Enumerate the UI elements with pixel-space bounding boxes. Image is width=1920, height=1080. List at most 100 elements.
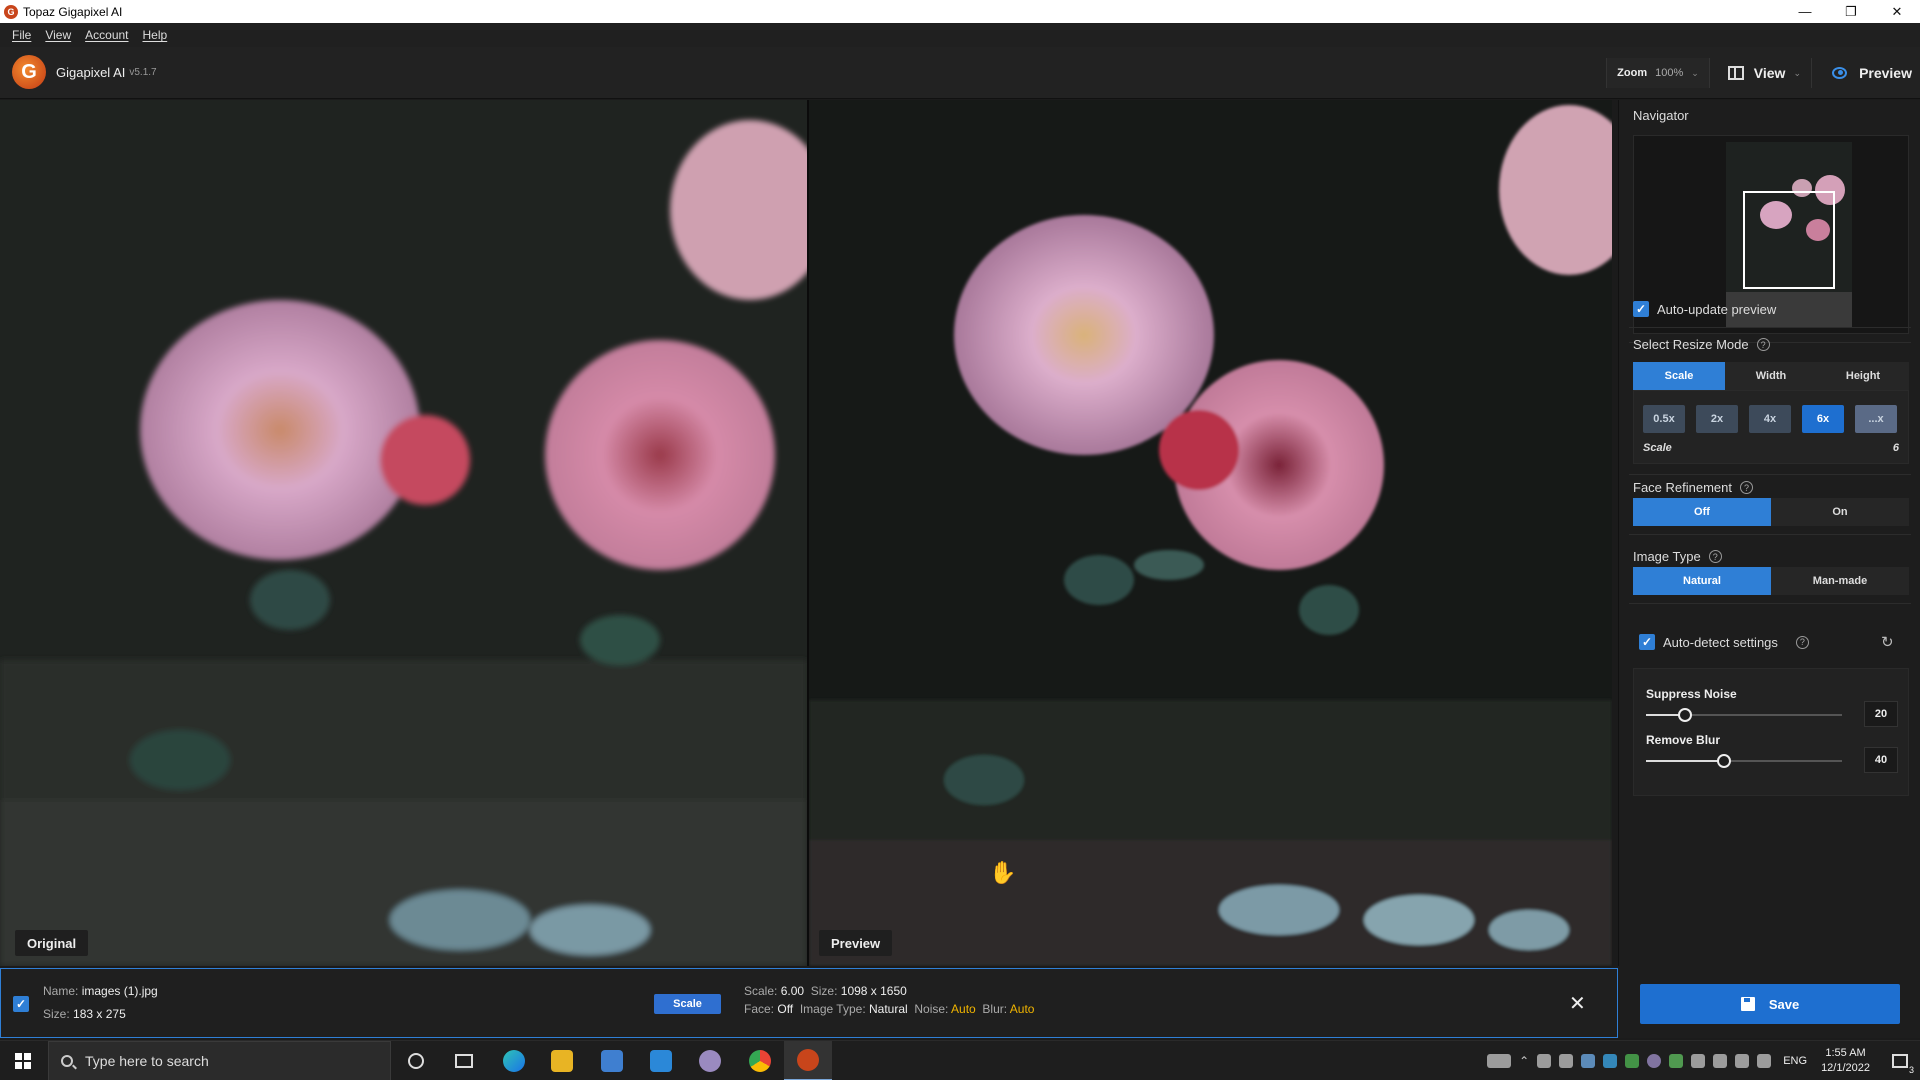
tray-app-icon[interactable]	[1537, 1054, 1552, 1068]
save-button[interactable]: Save	[1640, 984, 1900, 1024]
suppress-noise-slider[interactable]	[1646, 708, 1842, 722]
chevron-down-icon: ⌄	[1793, 67, 1801, 78]
gigapixel-logo-icon: G	[12, 55, 46, 89]
slider-handle[interactable]	[1678, 708, 1692, 722]
battery-icon[interactable]	[1757, 1054, 1772, 1068]
tray-app-icon[interactable]	[1625, 1054, 1640, 1068]
suppress-noise-value[interactable]: 20	[1864, 701, 1898, 727]
app-swirl-icon[interactable]	[686, 1041, 734, 1080]
navigator-viewport-rect[interactable]	[1743, 191, 1835, 289]
title-bar: G Topaz Gigapixel AI — ❐ ✕	[0, 0, 1920, 23]
auto-detect-label: Auto-detect settings	[1663, 634, 1778, 650]
face-refinement-off[interactable]: Off	[1633, 498, 1771, 526]
menu-view[interactable]: View	[45, 28, 71, 42]
remove-blur-value[interactable]: 40	[1864, 747, 1898, 773]
settings-panel: Navigator ✓ Auto-update preview Select R…	[1618, 100, 1920, 966]
brand: G Gigapixel AI v5.1.7	[12, 55, 157, 89]
language-indicator[interactable]: ENG	[1783, 1055, 1807, 1067]
menu-help[interactable]: Help	[143, 28, 168, 42]
notification-center-icon[interactable]: 3	[1880, 1041, 1920, 1080]
slider-handle[interactable]	[1717, 754, 1731, 768]
save-area: Save	[1618, 966, 1920, 1038]
file-size: Size: 183 x 275	[43, 1007, 126, 1021]
eye-icon	[1832, 67, 1848, 79]
menu-file[interactable]: File	[12, 28, 31, 42]
store-icon[interactable]	[588, 1041, 636, 1080]
remove-blur-slider[interactable]	[1646, 754, 1842, 768]
task-view-icon[interactable]	[440, 1041, 488, 1080]
auto-detect-checkbox[interactable]: ✓ Auto-detect settings ?	[1639, 634, 1809, 650]
resize-mode-height[interactable]: Height	[1817, 362, 1909, 390]
volume-icon[interactable]	[1735, 1054, 1750, 1068]
scale-0-5x-button[interactable]: 0.5x	[1643, 405, 1685, 433]
help-icon[interactable]: ?	[1708, 550, 1722, 563]
reset-icon[interactable]: ↻	[1881, 633, 1894, 651]
image-type-man-made[interactable]: Man-made	[1771, 567, 1909, 595]
close-window-button[interactable]: ✕	[1874, 0, 1920, 23]
preview-pane-label: Preview	[819, 930, 893, 956]
resize-mode-scale[interactable]: Scale	[1633, 362, 1725, 390]
help-icon[interactable]: ?	[1740, 481, 1753, 494]
resize-mode-width[interactable]: Width	[1725, 362, 1817, 390]
zoom-dropdown[interactable]: Zoom 100% ⌄	[1606, 58, 1710, 88]
file-bar[interactable]: ✓ Name: images (1).jpg Size: 183 x 275 S…	[0, 968, 1618, 1038]
cortana-icon[interactable]	[392, 1041, 440, 1080]
auto-update-checkbox[interactable]: ✓ Auto-update preview	[1633, 301, 1776, 317]
original-image-pane[interactable]: Original	[0, 100, 807, 966]
original-image	[0, 100, 807, 966]
app-logo-icon: G	[4, 4, 18, 19]
app-name: Gigapixel AI	[56, 64, 126, 80]
view-label: View	[1753, 65, 1786, 81]
app-version: v5.1.7	[129, 66, 157, 78]
file-select-checkbox[interactable]: ✓	[13, 996, 29, 1012]
windows-taskbar: Type here to search ⌃ ENG 1:55 AM 12/1/2…	[0, 1040, 1920, 1080]
scale-6x-button[interactable]: 6x	[1802, 405, 1844, 433]
scale-4x-button[interactable]: 4x	[1749, 405, 1791, 433]
scale-2x-button[interactable]: 2x	[1696, 405, 1738, 433]
tray-app-icon[interactable]	[1581, 1054, 1596, 1068]
scale-mode-badge[interactable]: Scale	[654, 994, 721, 1014]
minimize-button[interactable]: —	[1782, 0, 1828, 23]
gigapixel-taskbar-icon[interactable]	[784, 1041, 832, 1080]
face-refinement-segment: Off On	[1633, 498, 1909, 526]
maximize-button[interactable]: ❐	[1828, 0, 1874, 23]
face-refinement-on[interactable]: On	[1771, 498, 1909, 526]
resize-mode-title: Select Resize Mode ?	[1633, 337, 1770, 352]
help-icon[interactable]: ?	[1756, 338, 1770, 351]
menu-bar: File View Account Help	[0, 23, 1920, 47]
clock[interactable]: 1:55 AM 12/1/2022	[1821, 1046, 1870, 1076]
suppress-noise-label: Suppress Noise	[1646, 687, 1737, 701]
help-icon[interactable]: ?	[1795, 635, 1809, 649]
mail-icon[interactable]	[637, 1041, 685, 1080]
keyboard-icon[interactable]	[1487, 1054, 1512, 1068]
preview-button[interactable]: Preview	[1820, 47, 1920, 99]
view-dropdown[interactable]: View ⌄	[1718, 58, 1812, 88]
edge-icon[interactable]	[490, 1041, 538, 1080]
scale-value: 6	[1892, 442, 1899, 454]
chevron-up-icon[interactable]: ⌃	[1519, 1054, 1529, 1068]
start-button[interactable]	[0, 1041, 46, 1080]
network-icon[interactable]	[1713, 1054, 1728, 1068]
preview-image-pane[interactable]: ✋ Preview	[809, 100, 1612, 966]
microphone-icon[interactable]	[1559, 1054, 1574, 1068]
taskbar-search[interactable]: Type here to search	[48, 1041, 391, 1080]
menu-account[interactable]: Account	[85, 28, 128, 42]
auto-update-label: Auto-update preview	[1657, 301, 1777, 317]
scale-custom-button[interactable]: ...x	[1855, 405, 1897, 433]
tray-app-icon[interactable]	[1691, 1054, 1706, 1068]
preview-image	[809, 100, 1612, 966]
face-refinement-title: Face Refinement ?	[1633, 480, 1753, 495]
image-type-natural[interactable]: Natural	[1633, 567, 1771, 595]
chrome-icon[interactable]	[736, 1041, 784, 1080]
tray-app-icon[interactable]	[1603, 1054, 1618, 1068]
save-icon	[1740, 997, 1755, 1011]
check-icon: ✓	[1633, 301, 1649, 317]
tray-app-icon[interactable]	[1647, 1054, 1662, 1068]
tray-app-icon[interactable]	[1669, 1054, 1684, 1068]
app-header: G Gigapixel AI v5.1.7 Zoom 100% ⌄ View ⌄…	[0, 47, 1920, 99]
zoom-value: 100%	[1655, 67, 1684, 79]
chevron-down-icon: ⌄	[1691, 67, 1699, 78]
remove-file-close-icon[interactable]: ✕	[1569, 991, 1586, 1016]
file-explorer-icon[interactable]	[538, 1041, 586, 1080]
zoom-label: Zoom	[1617, 67, 1648, 79]
